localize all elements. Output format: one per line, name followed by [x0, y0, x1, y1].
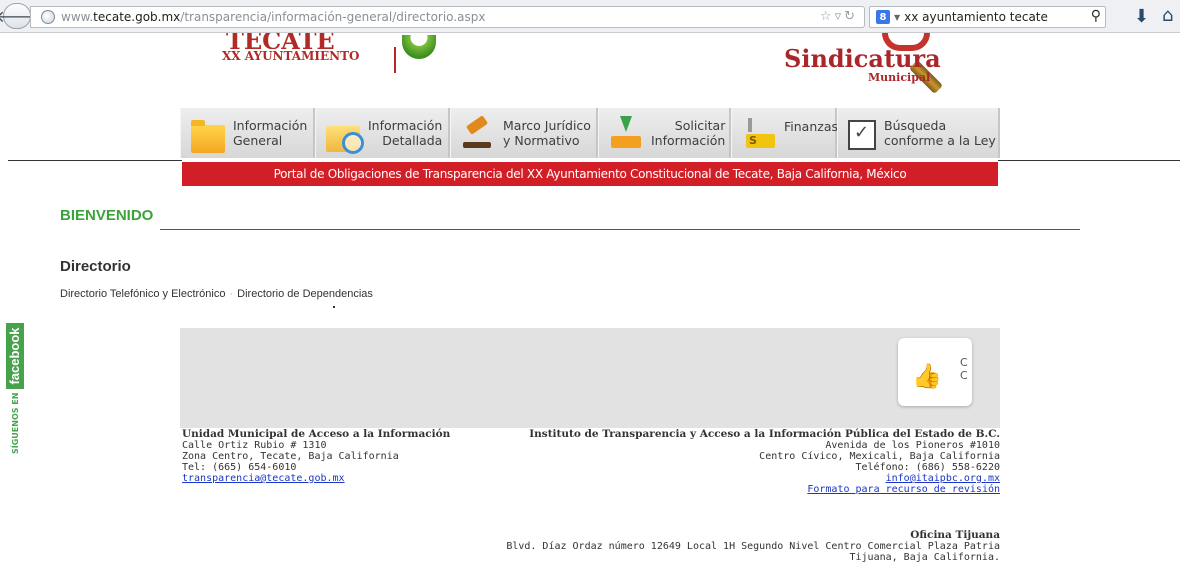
sindicatura-logo[interactable]: Sindicatura: [784, 44, 941, 73]
footer-title: Instituto de Transparencia y Acceso a la…: [529, 428, 1000, 440]
download-icon: [609, 116, 643, 150]
footer-title: Oficina Tijuana: [910, 529, 1000, 541]
checklist-icon: [848, 120, 876, 150]
promo-card-text: C: [960, 369, 968, 382]
footer-title: Unidad Municipal de Acceso a la Informac…: [182, 428, 451, 440]
divider-left: [8, 160, 182, 161]
folder-search-icon: [326, 126, 364, 154]
nav-label-line2: conforme a la Ley: [884, 133, 996, 148]
search-bar[interactable]: 8 ▼ xx ayuntamiento tecate ⚲: [869, 6, 1106, 28]
nav-label-line1: Información: [233, 118, 308, 133]
facebook-follow-tab[interactable]: SÍGUENOS EN facebook: [5, 296, 25, 458]
nav-informacion-general[interactable]: Información General: [180, 108, 315, 158]
nav-label-line1: Solicitar: [674, 118, 726, 133]
footer-oficina-tijuana: Oficina Tijuana Blvd. Díaz Ordaz número …: [500, 529, 1000, 564]
search-engine-icon[interactable]: 8: [876, 10, 890, 24]
nav-informacion-detallada[interactable]: Información Detallada: [315, 108, 450, 158]
welcome-divider: [160, 229, 1080, 230]
footer-address: Blvd. Díaz Ordaz número 12649 Local 1H S…: [506, 541, 1000, 552]
nav-label-line2: General: [233, 133, 283, 148]
directory-links: Directorio Telefónico y Electrónico · Dire…: [60, 288, 373, 300]
bookmark-star-icon[interactable]: ☆▿↻: [820, 9, 858, 24]
chevron-down-icon[interactable]: ▼: [894, 13, 900, 22]
portal-banner-text: Portal de Obligaciones de Transparencia …: [273, 167, 907, 181]
divider-right: [998, 160, 1180, 161]
footer-address: Centro Cívico, Mexicali, Baja California: [759, 451, 1000, 462]
nav-label-line1: Finanzas: [784, 118, 838, 134]
portal-banner: Portal de Obligaciones de Transparencia …: [182, 162, 998, 186]
address-bar[interactable]: www.tecate.gob.mx/transparencia/informac…: [30, 6, 865, 28]
nav-busqueda[interactable]: Búsquedaconforme a la Ley: [837, 108, 1000, 158]
nav-marco-juridico[interactable]: Marco Jurídico y Normativo: [450, 108, 598, 158]
logo-title: TECATE: [226, 33, 335, 49]
footer-email-link[interactable]: info@itaipbc.org.mx: [886, 473, 1000, 484]
back-button[interactable]: 🡐: [0, 3, 38, 29]
footer-phone: Tel: (665) 654-6010: [182, 462, 297, 473]
url-text: www.tecate.gob.mx/transparencia/informac…: [61, 10, 486, 24]
footer-address: Zona Centro, Tecate, Baja California: [182, 451, 399, 462]
thumbs-up-icon: 👍: [912, 362, 942, 390]
nav-solicitar-informacion[interactable]: Solicitar Información: [598, 108, 731, 158]
browser-toolbar: 🡐 www.tecate.gob.mx/transparencia/inform…: [0, 0, 1180, 33]
dot-marker: [333, 306, 335, 308]
footer-address: Calle Ortiz Rubio # 1310: [182, 440, 327, 451]
nav-label-line1: Marco Jurídico: [503, 118, 591, 133]
nav-label-line2: Información: [651, 133, 726, 148]
download-icon[interactable]: ⬇: [1134, 6, 1149, 27]
search-input[interactable]: xx ayuntamiento tecate: [904, 10, 1048, 24]
promo-panel: [180, 328, 1000, 428]
nav-finanzas[interactable]: Finanzas: [731, 108, 838, 158]
search-icon[interactable]: ⚲: [1091, 8, 1101, 24]
link-directorio-dependencias[interactable]: Directorio de Dependencias: [237, 288, 373, 300]
follow-label: SÍGUENOS EN: [10, 392, 20, 454]
link-directorio-telefonico[interactable]: Directorio Telefónico y Electrónico: [60, 288, 225, 300]
page-title: Directorio: [60, 258, 131, 275]
globe-icon: [41, 10, 55, 24]
folder-icon: [191, 120, 225, 153]
tecate-logo[interactable]: TECATE XX AYUNTAMIENTO: [182, 33, 442, 73]
footer-form-link[interactable]: Formato para recurso de revisión: [807, 484, 1000, 495]
footer-address: Tijuana, Baja California.: [849, 552, 1000, 563]
footer-unidad-municipal: Unidad Municipal de Acceso a la Informac…: [182, 428, 451, 485]
nav-label-line2: y Normativo: [503, 133, 580, 148]
footer-email-link[interactable]: transparencia@tecate.gob.mx: [182, 473, 345, 484]
logo-subtitle: XX AYUNTAMIENTO: [222, 49, 360, 63]
emblem-icon: [402, 35, 436, 59]
home-icon[interactable]: ⌂: [1162, 5, 1173, 26]
main-nav: Información General Información Detallada …: [180, 108, 1000, 158]
footer-phone: Teléfono: (686) 558-6220: [855, 462, 1001, 473]
promo-card[interactable]: 👍 CC: [898, 338, 972, 406]
promo-card-text: C: [960, 356, 968, 369]
nav-label-line1: Información: [368, 118, 443, 133]
nav-label-line2: Detallada: [382, 133, 443, 148]
gavel-icon: [461, 116, 495, 150]
facebook-logo: facebook: [6, 323, 24, 389]
municipal-label: Municipal: [868, 71, 931, 84]
welcome-heading: BIENVENIDO: [60, 207, 154, 224]
footer-itaip: Instituto de Transparencia y Acceso a la…: [520, 428, 1001, 496]
logo-divider: [394, 47, 396, 73]
footer-address: Avenida de los Pioneros #1010: [825, 440, 1000, 451]
nav-label-line1: Búsqueda: [884, 118, 947, 133]
link-separator: ·: [229, 288, 234, 300]
money-icon: [742, 116, 776, 150]
